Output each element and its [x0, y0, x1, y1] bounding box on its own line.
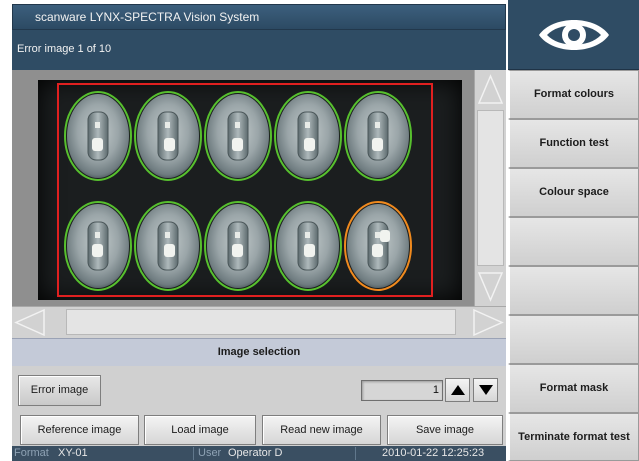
horizontal-scroll-thumb[interactable] — [66, 309, 456, 335]
status-divider — [355, 447, 356, 460]
scroll-up-arrow-icon[interactable] — [475, 70, 506, 108]
inspection-image — [57, 83, 433, 297]
scroll-left-arrow-icon[interactable] — [12, 307, 48, 338]
colour-space-button[interactable]: Colour space — [508, 168, 639, 217]
image-index-field[interactable]: 1 — [361, 380, 443, 401]
terminate-format-test-button[interactable]: Terminate format test — [508, 413, 639, 461]
format-colours-button[interactable]: Format colours — [508, 70, 639, 119]
ok-pocket — [344, 91, 412, 181]
error-image-counter-text: Error image 1 of 10 — [17, 43, 112, 55]
vision-system-window: scanware LYNX-SPECTRA Vision System Erro… — [0, 0, 639, 461]
ok-pocket — [134, 201, 202, 291]
empty-sidebar-button[interactable] — [508, 266, 639, 315]
window-title: scanware LYNX-SPECTRA Vision System — [35, 10, 260, 24]
format-label: Format — [14, 447, 49, 459]
horizontal-scrollbar[interactable] — [12, 306, 506, 338]
inspection-image-viewer[interactable] — [38, 80, 462, 300]
triangle-up-icon — [451, 385, 465, 395]
user-value: Operator D — [228, 447, 283, 459]
error-image-button[interactable]: Error image — [18, 375, 101, 406]
image-area — [12, 70, 474, 306]
load-image-button[interactable]: Load image — [144, 415, 256, 445]
right-sidebar: Format colours Function test Colour spac… — [508, 0, 639, 461]
eye-logo-icon — [539, 20, 609, 50]
status-timestamp: 2010-01-22 12:25:23 — [382, 447, 485, 459]
scroll-right-arrow-icon[interactable] — [470, 307, 506, 338]
logo — [508, 0, 639, 70]
vertical-scrollbar[interactable] — [474, 70, 506, 306]
vertical-scroll-thumb[interactable] — [477, 110, 504, 266]
function-test-button[interactable]: Function test — [508, 119, 639, 168]
next-image-button[interactable] — [445, 378, 470, 402]
error-pocket — [344, 201, 412, 291]
scroll-down-arrow-icon[interactable] — [475, 268, 506, 306]
header-bar: Error image 1 of 10 — [12, 30, 506, 70]
image-selection-label: Image selection — [12, 338, 506, 366]
ok-pocket — [274, 201, 342, 291]
ok-pocket — [64, 201, 132, 291]
ok-pocket — [134, 91, 202, 181]
ok-pocket — [274, 91, 342, 181]
empty-sidebar-button[interactable] — [508, 315, 639, 364]
title-bar: scanware LYNX-SPECTRA Vision System — [12, 4, 506, 30]
triangle-down-icon — [479, 385, 493, 395]
ok-pocket — [64, 91, 132, 181]
previous-image-button[interactable] — [473, 378, 498, 402]
read-new-image-button[interactable]: Read new image — [262, 415, 381, 445]
ok-pocket — [204, 91, 272, 181]
empty-sidebar-button[interactable] — [508, 217, 639, 266]
save-image-button[interactable]: Save image — [387, 415, 503, 445]
user-label: User — [198, 447, 222, 459]
image-controls-panel: Error image 1 Reference image Load image… — [12, 366, 506, 446]
status-divider — [193, 447, 194, 460]
status-bar: Format XY-01 User Operator D 2010-01-22 … — [12, 446, 506, 461]
ok-pocket — [204, 201, 272, 291]
format-mask-button[interactable]: Format mask — [508, 364, 639, 413]
format-value: XY-01 — [58, 447, 88, 459]
reference-image-button[interactable]: Reference image — [20, 415, 139, 445]
